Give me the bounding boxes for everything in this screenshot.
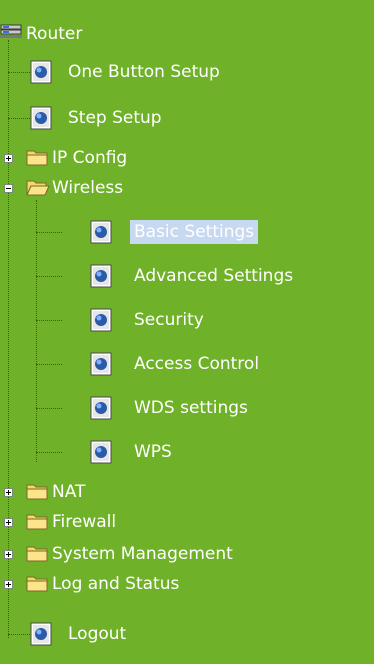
tree-item-access-control[interactable]: Access Control [0,348,330,378]
page-icon [30,60,52,88]
tree-item-label: System Management [52,544,233,564]
tree-item-label: One Button Setup [68,62,220,82]
tree-item-logout[interactable]: Logout [0,618,300,648]
tree-root-router[interactable]: Router [0,18,140,48]
page-icon [90,352,112,380]
tree-item-label: Log and Status [52,574,180,594]
folder-open-icon [26,178,50,200]
tree-root-label: Router [26,24,83,44]
tree-item-label: IP Config [52,148,128,168]
tree-item-label: Firewall [52,512,117,532]
folder-icon [26,512,48,534]
tree-item-firewall[interactable]: Firewall [0,506,300,536]
page-icon [90,396,112,424]
folder-icon [26,574,48,596]
page-icon [90,264,112,292]
tree-item-label: Wireless [52,178,124,198]
tree-item-security[interactable]: Security [0,304,300,334]
tree-item-nat[interactable]: NAT [0,476,300,506]
page-icon [90,308,112,336]
collapse-icon[interactable] [4,184,13,193]
folder-icon [26,544,48,566]
tree-item-label: Access Control [134,354,260,374]
page-icon [30,106,52,134]
tree-item-label: NAT [52,482,86,502]
expand-icon[interactable] [4,154,13,163]
tree-item-step-setup[interactable]: Step Setup [0,102,300,132]
navigation-tree: Router One Button Setup Step Setup IP Co… [0,0,374,664]
page-icon [30,622,52,650]
expand-icon[interactable] [4,580,13,589]
tree-item-advanced-settings[interactable]: Advanced Settings [0,260,370,290]
expand-icon[interactable] [4,550,13,559]
tree-item-label: Security [134,310,204,330]
folder-icon [26,482,48,504]
page-icon [90,440,112,468]
page-icon [90,220,112,248]
tree-item-one-button-setup[interactable]: One Button Setup [0,56,300,86]
tree-item-label: WDS settings [134,398,248,418]
tree-item-wireless[interactable]: Wireless [0,172,300,202]
tree-item-system-management[interactable]: System Management [0,538,340,568]
expand-icon[interactable] [4,518,13,527]
tree-item-ip-config[interactable]: IP Config [0,142,300,172]
router-icon [0,22,22,44]
tree-item-label-selected: Basic Settings [130,220,259,244]
tree-item-wds-settings[interactable]: WDS settings [0,392,330,422]
tree-item-log-and-status[interactable]: Log and Status [0,568,300,598]
tree-item-label: Advanced Settings [134,266,294,286]
folder-icon [26,148,48,170]
tree-item-label: WPS [134,442,172,462]
tree-item-basic-settings[interactable]: Basic Settings [0,216,300,246]
tree-item-wps[interactable]: WPS [0,436,300,466]
expand-icon[interactable] [4,488,13,497]
tree-item-label: Logout [68,624,127,644]
tree-item-label: Step Setup [68,108,162,128]
